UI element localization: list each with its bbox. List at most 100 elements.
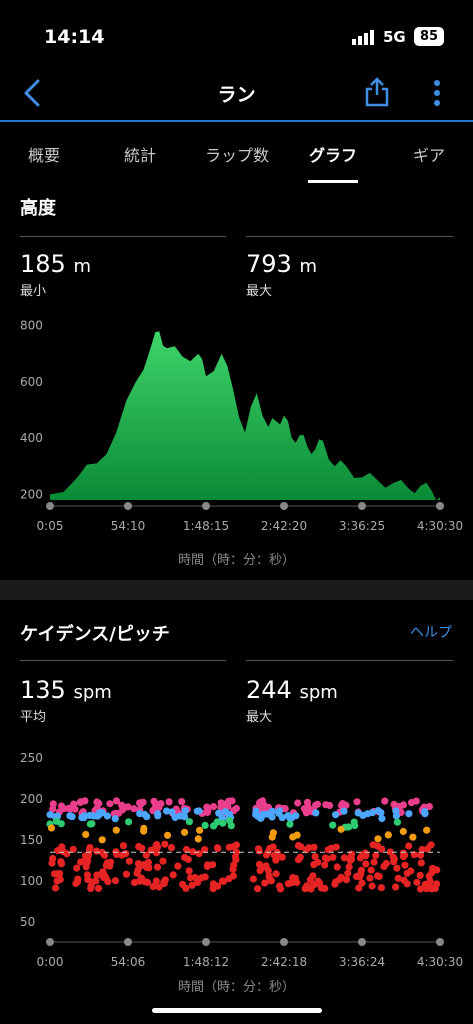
cadence-point xyxy=(188,881,196,889)
help-link[interactable]: ヘルプ xyxy=(410,622,452,642)
cadence-point xyxy=(417,859,425,867)
tab-overview[interactable]: 概要 xyxy=(28,142,60,166)
cadence-point xyxy=(425,872,433,880)
cadence-point xyxy=(51,884,60,892)
cadence-point xyxy=(366,874,374,882)
cadence-point xyxy=(313,800,322,808)
elevation-area xyxy=(50,331,440,501)
x-tick-label: 3:36:25 xyxy=(339,519,385,533)
cadence-point xyxy=(381,797,389,805)
cadence-point xyxy=(303,808,311,816)
cadence-point xyxy=(265,873,273,881)
cadence-point xyxy=(321,861,329,869)
x-tick-dot xyxy=(358,502,366,510)
cadence-point xyxy=(137,800,145,808)
cadence-point xyxy=(296,853,304,861)
divider xyxy=(20,236,226,237)
cadence-point xyxy=(52,817,61,825)
cadence-point xyxy=(119,842,128,850)
cadence-point xyxy=(102,874,110,882)
cadence-point xyxy=(201,873,209,881)
cadence-point xyxy=(393,818,401,826)
x-tick-dot xyxy=(280,502,288,510)
cadence-point xyxy=(225,843,233,851)
cadence-point xyxy=(327,844,335,852)
cadence-point xyxy=(125,818,133,826)
cadence-point xyxy=(333,863,341,871)
cadence-point xyxy=(122,870,130,878)
x-tick-dot xyxy=(436,938,444,946)
cadence-point xyxy=(362,860,370,868)
x-tick-label: 54:10 xyxy=(111,519,146,533)
elevation-max-value: 793 m xyxy=(246,250,317,278)
cadence-point xyxy=(259,797,267,805)
tab-gear[interactable]: ギア xyxy=(413,142,445,166)
cadence-point xyxy=(403,869,411,877)
cadence-point xyxy=(111,815,119,823)
cadence-point xyxy=(86,820,94,828)
cadence-point xyxy=(272,870,280,878)
cadence-point xyxy=(185,867,193,875)
cadence-point xyxy=(345,823,353,831)
cadence-avg-label: 平均 xyxy=(20,710,47,725)
elevation-axis-label: 時間（時：分：秒） xyxy=(177,553,295,568)
cadence-point xyxy=(370,858,378,866)
tab-graph[interactable]: グラフ xyxy=(309,142,357,166)
cadence-point xyxy=(74,875,82,883)
x-tick-dot xyxy=(124,938,132,946)
active-tab-indicator xyxy=(308,180,358,183)
cadence-point xyxy=(81,852,90,860)
y-tick-label: 200 xyxy=(20,792,43,806)
cadence-point xyxy=(144,858,152,866)
tab-laps[interactable]: ラップ数 xyxy=(205,142,269,166)
cadence-point xyxy=(54,870,62,878)
cadence-point xyxy=(130,878,139,887)
cadence-point xyxy=(141,810,149,819)
cadence-max-label: 最大 xyxy=(246,710,273,725)
cadence-point xyxy=(82,830,90,839)
cadence-point xyxy=(384,831,392,839)
more-options-icon[interactable] xyxy=(431,78,443,108)
cadence-point xyxy=(138,844,146,852)
cadence-point xyxy=(268,807,276,815)
cadence-point xyxy=(355,884,363,892)
cadence-point xyxy=(392,883,400,891)
share-icon[interactable] xyxy=(364,76,390,108)
cadence-point xyxy=(47,824,56,832)
elevation-title: 高度 xyxy=(20,198,56,219)
cadence-point xyxy=(394,874,402,882)
cadence-point xyxy=(380,862,388,870)
cadence-point xyxy=(118,801,126,809)
cadence-point xyxy=(174,862,182,870)
cadence-point xyxy=(125,857,133,865)
x-tick-label: 1:48:15 xyxy=(183,519,229,533)
cadence-point xyxy=(161,876,169,884)
cadence-point xyxy=(261,879,269,887)
y-tick-label: 100 xyxy=(20,874,43,888)
cadence-point xyxy=(93,798,101,806)
cadence-point xyxy=(311,853,319,861)
cadence-point xyxy=(153,863,162,871)
x-tick-dot xyxy=(46,502,54,510)
cadence-point xyxy=(159,857,167,865)
cadence-point xyxy=(49,854,57,863)
y-tick-label: 200 xyxy=(20,487,43,501)
cadence-point xyxy=(225,875,233,883)
cadence-point xyxy=(292,812,300,820)
cadence-point xyxy=(367,866,375,874)
tab-stats[interactable]: 統計 xyxy=(124,142,156,166)
cadence-point xyxy=(100,851,109,859)
battery-icon: 85 xyxy=(414,27,444,46)
cadence-point xyxy=(111,877,119,885)
x-tick-dot xyxy=(202,502,210,510)
elevation-max-label: 最大 xyxy=(246,284,273,299)
x-tick-label: 4:30:30 xyxy=(417,519,463,533)
cadence-point xyxy=(377,884,385,892)
cadence-point xyxy=(405,810,413,818)
x-tick-dot xyxy=(280,938,288,946)
cadence-point xyxy=(215,809,223,817)
cadence-point xyxy=(226,817,234,825)
cadence-point xyxy=(431,884,439,892)
cadence-point xyxy=(181,807,189,815)
cadence-point xyxy=(413,878,421,886)
